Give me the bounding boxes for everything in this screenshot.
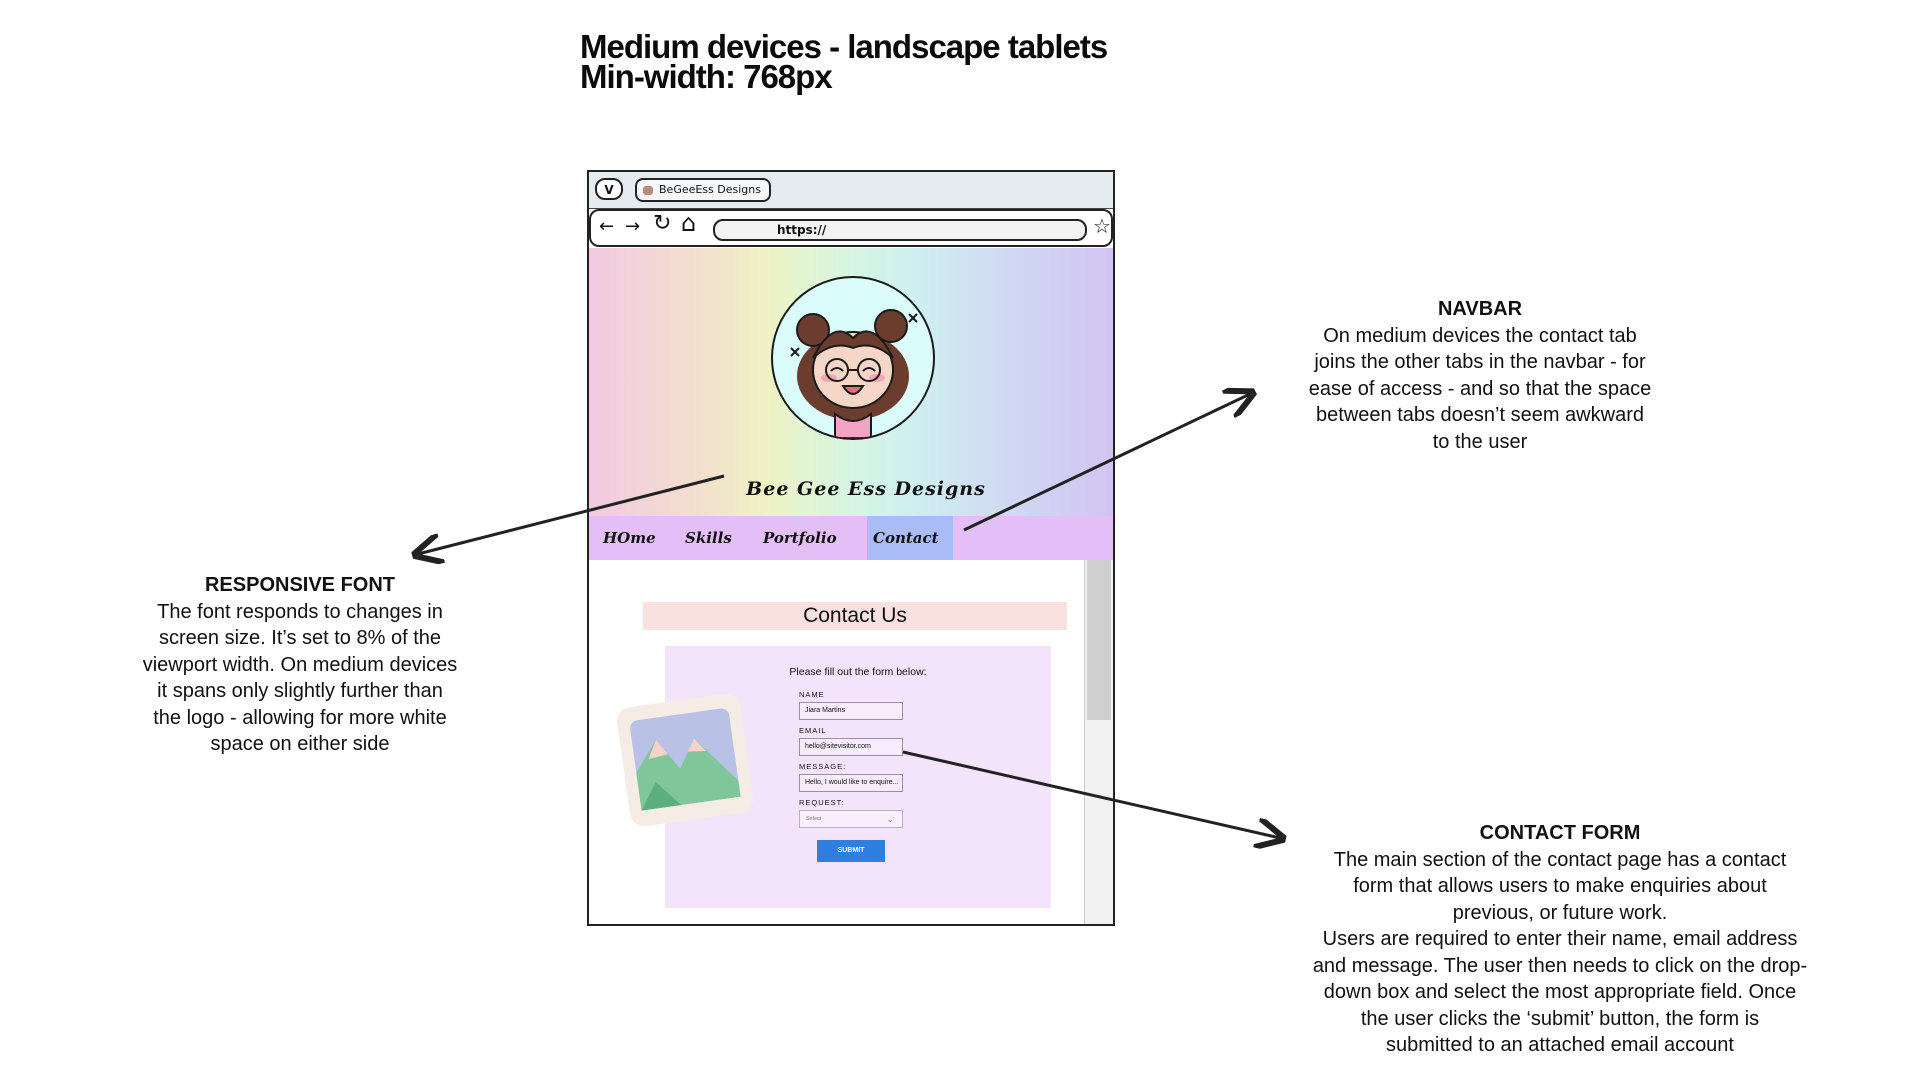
annotation-arrows bbox=[0, 0, 1920, 1080]
arrow-navbar bbox=[963, 394, 1250, 532]
arrow-responsive-font bbox=[418, 474, 725, 554]
arrow-contact-form bbox=[902, 750, 1280, 838]
